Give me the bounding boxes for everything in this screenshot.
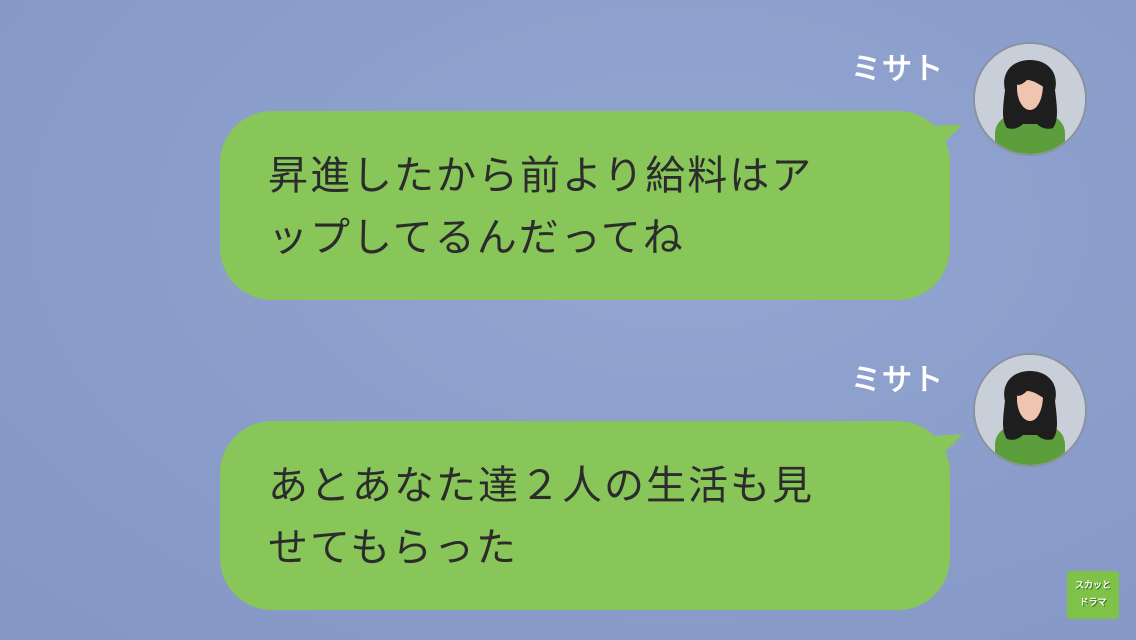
watermark-line: スカッと [1074,581,1111,591]
message-line: ップしてるんだってね [268,215,685,261]
message-bubble[interactable]: あとあなた達２人の生活も見 せてもらった [220,421,950,610]
sender-name: ミサト [851,52,944,87]
message-line: 昇進したから前より給料はア [268,153,814,199]
avatar-woman-icon[interactable] [973,353,1087,467]
message-line: あとあなた達２人の生活も見 [268,463,814,509]
message-text: あとあなた達２人の生活も見 せてもらった [268,455,920,579]
channel-logo-watermark: スカッと ドラマ [1067,571,1119,619]
chat-area: ミサト 昇進したから前より給料はア ップしてるんだってね ミサト あとあなた達２… [0,0,1136,640]
watermark-line: ドラマ [1079,598,1107,608]
woman-avatar-icon [975,355,1085,465]
avatar-woman-icon[interactable] [973,42,1087,156]
message-bubble[interactable]: 昇進したから前より給料はア ップしてるんだってね [220,111,950,300]
sender-name: ミサト [851,363,944,398]
message-text: 昇進したから前より給料はア ップしてるんだってね [268,145,920,269]
message-line: せてもらった [268,525,518,571]
woman-avatar-icon [975,44,1085,154]
